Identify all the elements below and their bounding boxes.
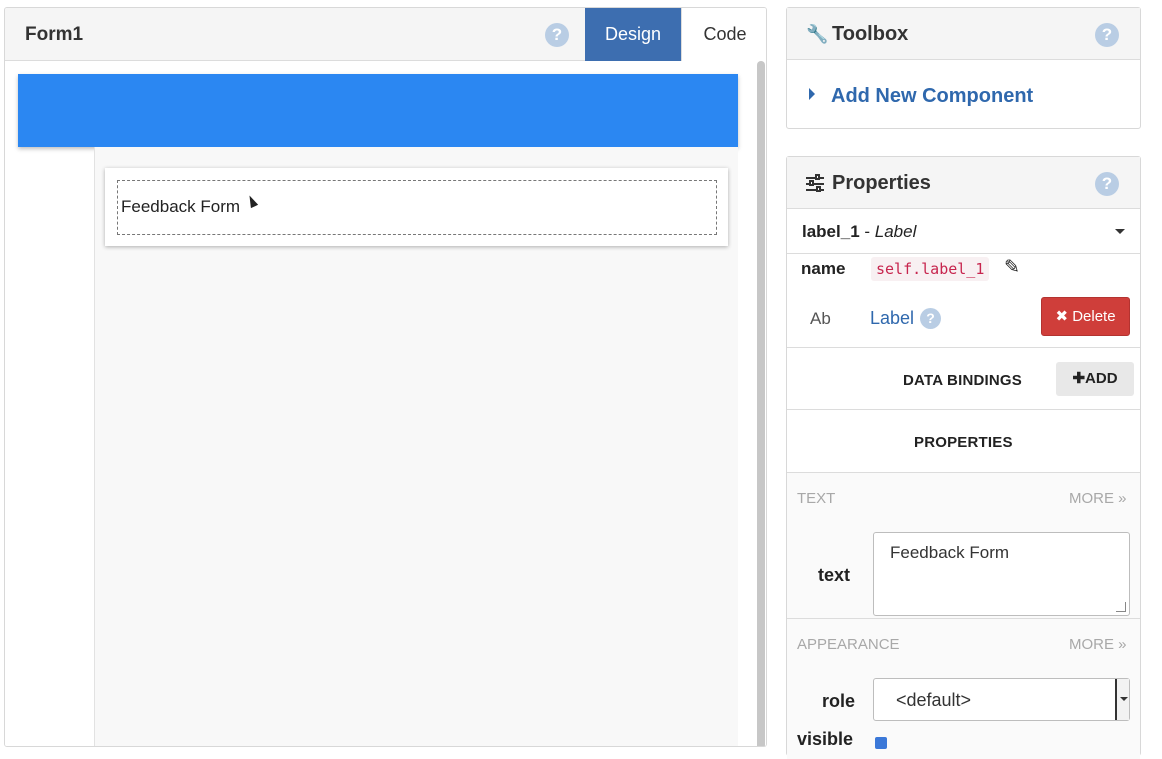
plus-icon: ✚ <box>1072 370 1086 387</box>
close-icon: ✖ <box>1055 308 1069 325</box>
appearance-more-link[interactable]: MORE » <box>1069 636 1127 653</box>
chevron-down-icon <box>1115 679 1129 720</box>
form-designer-panel: Form1 ? Design Code Feedback Form <box>4 7 767 747</box>
selected-component: label_1 - Label <box>802 222 916 242</box>
visible-checkbox[interactable] <box>875 737 887 749</box>
delete-button[interactable]: ✖ Delete <box>1041 297 1130 336</box>
properties-header: Properties ? <box>787 157 1140 209</box>
add-new-component-link[interactable]: Add New Component <box>809 85 1033 108</box>
delete-button-label: Delete <box>1072 308 1116 325</box>
app-bar[interactable] <box>18 74 738 147</box>
scrollbar-thumb[interactable] <box>757 61 765 746</box>
tab-design[interactable]: Design <box>585 8 681 61</box>
label-text: Feedback Form <box>121 197 241 216</box>
text-group-label: TEXT <box>797 490 836 507</box>
label-type-icon: Ab <box>810 309 831 328</box>
selected-component-name: label_1 <box>802 222 860 241</box>
text-more-label: MORE <box>1069 490 1114 507</box>
role-select[interactable]: <default> <box>873 678 1130 721</box>
text-prop-value: Feedback Form <box>890 543 1010 562</box>
help-icon[interactable]: ? <box>545 23 569 47</box>
properties-title: Properties <box>832 172 931 194</box>
properties-heading: PROPERTIES <box>914 434 1013 451</box>
add-binding-button[interactable]: ✚ADD <box>1056 362 1134 396</box>
card-component[interactable]: Feedback Form <box>105 168 728 246</box>
text-more-link[interactable]: MORE » <box>1069 490 1127 507</box>
content-area[interactable]: Feedback Form <box>94 147 738 746</box>
name-label: name <box>801 259 846 278</box>
role-select-value: <default> <box>896 690 972 710</box>
component-type-link[interactable]: Label <box>870 308 914 329</box>
selected-component-separator: - <box>859 222 875 241</box>
visible-prop-label: visible <box>797 729 854 749</box>
form-title: Form1 <box>25 24 84 45</box>
divider <box>787 347 1140 348</box>
toolbox-header: 🔧 Toolbox ? <box>787 8 1140 60</box>
tab-code[interactable]: Code <box>681 8 766 61</box>
wrench-icon: 🔧 <box>806 24 829 44</box>
role-prop-label: role <box>822 691 856 711</box>
appearance-group-label: APPEARANCE <box>797 636 900 653</box>
toolbox-panel: 🔧 Toolbox ? Add New Component <box>786 7 1141 129</box>
help-icon[interactable]: ? <box>1095 172 1119 196</box>
component-selector[interactable]: label_1 - Label <box>787 209 1140 254</box>
designer-header: Form1 ? Design Code <box>5 8 766 61</box>
pencil-icon[interactable]: ✎ <box>1004 256 1020 279</box>
data-bindings-heading: DATA BINDINGS <box>903 372 1022 389</box>
divider <box>787 409 1140 410</box>
add-new-component-label: Add New Component <box>831 85 1034 107</box>
caret-right-icon <box>809 88 815 100</box>
design-canvas[interactable]: Feedback Form <box>5 61 754 746</box>
selected-component-type: Label <box>874 222 917 241</box>
appearance-more-label: MORE <box>1069 636 1114 653</box>
properties-panel: Properties ? label_1 - Label name self.l… <box>786 156 1141 759</box>
help-icon[interactable]: ? <box>1095 23 1119 47</box>
component-name-value: self.label_1 <box>871 257 990 281</box>
text-prop-label: text <box>818 565 851 585</box>
help-icon[interactable]: ? <box>920 308 941 329</box>
text-prop-input[interactable]: Feedback Form <box>873 532 1130 616</box>
sliders-icon <box>806 174 826 193</box>
chevron-down-icon <box>1115 229 1125 234</box>
toolbox-title: Toolbox <box>832 23 909 45</box>
canvas-scrollbar[interactable] <box>754 61 766 746</box>
resize-handle-icon[interactable] <box>1116 602 1126 612</box>
add-binding-label: ADD <box>1085 370 1118 387</box>
label-component[interactable]: Feedback Form <box>117 180 717 235</box>
mouse-cursor-icon <box>245 193 259 209</box>
